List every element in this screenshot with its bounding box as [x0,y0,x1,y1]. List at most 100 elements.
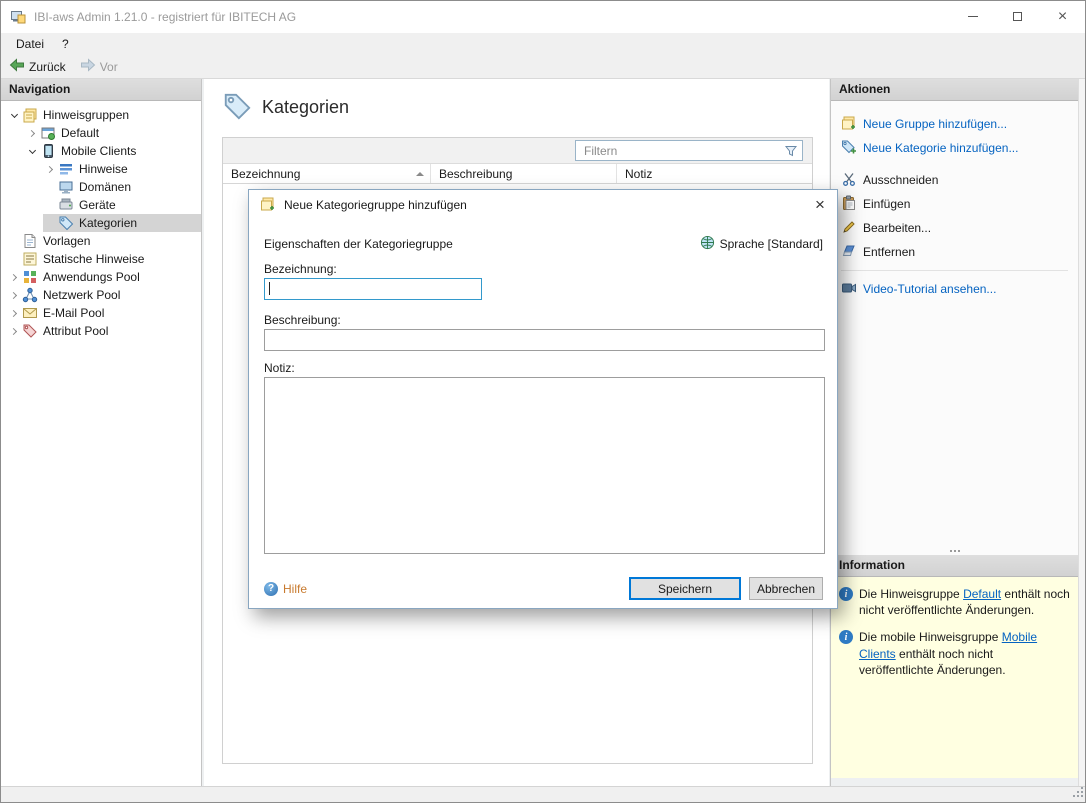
column-header-beschreibung[interactable]: Beschreibung [431,164,617,183]
tree-item-geraete[interactable]: Geräte [43,196,201,214]
action-neue-gruppe[interactable]: Neue Gruppe hinzufügen... [841,115,1068,133]
info-icon: i [839,630,853,644]
tree-item-statische-hinweise[interactable]: Statische Hinweise [7,250,201,268]
menu-datei[interactable]: Datei [7,33,53,55]
action-bearbeiten[interactable]: Bearbeiten... [841,219,1068,237]
information-header: Information [831,555,1078,577]
filter-input[interactable] [576,141,802,160]
right-panel: Aktionen Neue Gruppe hinzufügen... Neue … [830,79,1078,786]
default-link[interactable]: Default [963,587,1001,601]
folder-add-icon [841,115,857,134]
tree-item-label: Netzwerk Pool [43,286,120,304]
beschreibung-label: Beschreibung: [264,313,341,327]
app-window: IBI-aws Admin 1.21.0 - registriert für I… [0,0,1086,803]
tree-item-netzwerk-pool[interactable]: Netzwerk Pool [7,286,201,304]
static-note-icon [22,251,38,267]
spacer [831,778,1078,786]
navigation-tree: Hinweisgruppen Default Mobile Clients Hi… [1,101,201,340]
tree-item-label: E-Mail Pool [43,304,104,322]
bezeichnung-input[interactable] [264,278,482,300]
app-pool-icon [22,269,38,285]
hilfe-link[interactable]: ? Hilfe [264,582,307,596]
language-selector[interactable]: Sprache [Standard] [700,235,823,253]
column-label: Beschreibung [439,167,512,181]
column-header-notiz[interactable]: Notiz [617,164,812,183]
tree-item-label: Statische Hinweise [43,250,144,268]
tag-add-icon [841,139,857,158]
action-video-tutorial[interactable]: Video-Tutorial ansehen... [841,280,1068,298]
app-icon [10,9,26,25]
menu-help[interactable]: ? [53,33,78,55]
minimize-button[interactable] [950,1,995,32]
dialog-close-button[interactable]: × [803,190,837,220]
chevron-right-icon[interactable] [7,329,22,334]
tree-item-anwendungs-pool[interactable]: Anwendungs Pool [7,268,201,286]
tree-item-label: Vorlagen [43,232,90,250]
maximize-button[interactable] [995,1,1040,32]
tree-item-label: Kategorien [79,214,137,232]
statusbar [1,786,1085,802]
info-note: i Die mobile Hinweisgruppe Mobile Client… [839,629,1070,678]
chevron-right-icon[interactable] [7,275,22,280]
tree-item-mobile-clients[interactable]: Mobile Clients [25,142,201,160]
back-button[interactable]: Zurück [9,57,66,76]
chevron-right-icon[interactable] [7,293,22,298]
tree-item-kategorien[interactable]: Kategorien [43,214,201,232]
notiz-label: Notiz: [264,361,295,375]
close-button[interactable]: × [1040,1,1085,32]
info-icon: i [839,587,853,601]
table-header: Bezeichnung Beschreibung Notiz [223,164,812,184]
scrollbar[interactable] [1078,79,1085,786]
hint-list-icon [58,161,74,177]
dialog-titlebar: Neue Kategoriegruppe hinzufügen [249,190,837,220]
action-entfernen[interactable]: Entfernen [841,243,1068,261]
tree-item-label: Default [61,124,99,142]
filter-funnel-icon[interactable] [784,144,798,161]
tree-item-domaenen[interactable]: Domänen [43,178,201,196]
tree-item-email-pool[interactable]: E-Mail Pool [7,304,201,322]
scissors-icon [841,171,857,190]
tree-item-attribut-pool[interactable]: Attribut Pool [7,322,201,340]
panel-splitter[interactable] [950,550,952,552]
tree-item-vorlagen[interactable]: Vorlagen [7,232,201,250]
network-pool-icon [22,287,38,303]
neue-kategoriegruppe-dialog: Neue Kategoriegruppe hinzufügen × Eigens… [248,189,838,609]
action-label: Video-Tutorial ansehen... [863,282,996,296]
tree-item-hinweisgruppen[interactable]: Hinweisgruppen [7,106,201,124]
column-header-bezeichnung[interactable]: Bezeichnung [223,164,431,183]
chevron-down-icon[interactable] [25,150,40,153]
chevron-right-icon[interactable] [25,131,40,136]
devices-icon [58,197,74,213]
eraser-icon [841,243,857,262]
abbrechen-button[interactable]: Abbrechen [749,577,823,600]
tree-item-label: Domänen [79,178,131,196]
notes-group-icon [22,107,38,123]
chevron-down-icon[interactable] [7,114,22,117]
tree-item-default[interactable]: Default [25,124,201,142]
maximize-icon [1013,12,1022,21]
action-label: Ausschneiden [863,173,938,187]
page-title: Kategorien [262,97,349,118]
column-label: Notiz [625,167,652,181]
menubar: Datei ? [1,33,1085,55]
beschreibung-input[interactable] [264,329,825,351]
chevron-right-icon[interactable] [7,311,22,316]
tree-item-hinweise[interactable]: Hinweise [43,160,201,178]
close-icon: × [815,195,825,215]
tag-icon [58,215,74,231]
tree-item-label: Hinweisgruppen [43,106,129,124]
mobile-icon [40,143,56,159]
close-icon: × [1058,9,1067,25]
action-neue-kategorie[interactable]: Neue Kategorie hinzufügen... [841,139,1068,157]
action-einfuegen[interactable]: Einfügen [841,195,1068,213]
forward-button[interactable]: Vor [80,57,118,76]
window-title: IBI-aws Admin 1.21.0 - registriert für I… [34,10,950,24]
notiz-textarea[interactable] [264,377,825,554]
action-ausschneiden[interactable]: Ausschneiden [841,171,1068,189]
text-caret [269,282,270,295]
chevron-right-icon[interactable] [43,167,58,172]
email-pool-icon [22,305,38,321]
actions-area: Neue Gruppe hinzufügen... Neue Kategorie… [831,101,1078,555]
resize-grip-icon[interactable] [1072,786,1084,801]
speichern-button[interactable]: Speichern [629,577,741,600]
